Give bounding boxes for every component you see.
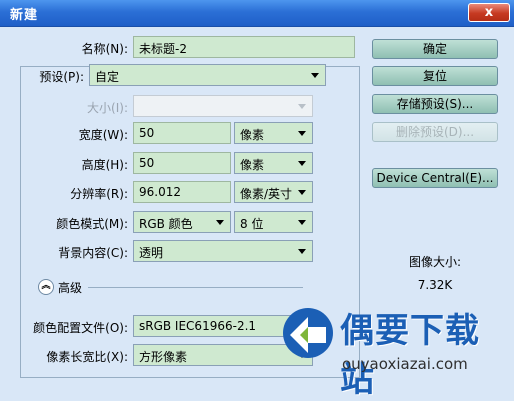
chevron-up-icon: ︽ [41, 281, 51, 291]
size-select[interactable] [133, 95, 313, 117]
watermark-logo-icon [283, 308, 333, 358]
advanced-toggle[interactable]: ︽ [38, 279, 54, 295]
ok-button[interactable]: 确定 [372, 39, 498, 59]
height-input[interactable]: 50 [133, 152, 231, 174]
color-profile-label: 颜色配置文件(O): [33, 321, 128, 335]
background-value: 透明 [139, 246, 164, 260]
height-unit-select[interactable]: 像素 [234, 152, 313, 174]
pixel-aspect-label: 像素长宽比(X): [46, 350, 128, 364]
width-unit-select[interactable]: 像素 [234, 122, 313, 144]
title-bar: 新建 x [0, 0, 514, 27]
watermark-text: 偶要下载站 [340, 311, 480, 400]
width-label: 宽度(W): [78, 128, 128, 142]
width-unit-value: 像素 [240, 128, 265, 142]
chevron-down-icon [298, 131, 306, 136]
preset-value: 自定 [95, 70, 120, 84]
image-size-label: 图像大小: [408, 255, 462, 269]
bit-depth-select[interactable]: 8 位 [234, 211, 313, 233]
resolution-unit-value: 像素/英寸 [240, 187, 293, 201]
bit-depth-value: 8 位 [240, 217, 264, 231]
color-mode-value: RGB 颜色 [139, 217, 193, 231]
chevron-down-icon [216, 220, 224, 225]
preset-select[interactable]: 自定 [89, 64, 326, 86]
save-preset-button[interactable]: 存储预设(S)... [372, 94, 498, 114]
color-mode-label: 颜色模式(M): [56, 217, 128, 231]
window-title: 新建 [10, 8, 39, 23]
chevron-down-icon [311, 73, 319, 78]
close-icon: x [484, 5, 494, 20]
device-central-button[interactable]: Device Central(E)... [372, 168, 498, 188]
image-size-value: 7.32K [417, 278, 453, 292]
height-unit-value: 像素 [240, 158, 265, 172]
advanced-label: 高级 [58, 281, 83, 295]
height-label: 高度(H): [81, 158, 128, 172]
advanced-divider [88, 287, 303, 288]
name-input[interactable]: 未标题-2 [133, 36, 355, 58]
background-select[interactable]: 透明 [133, 240, 313, 262]
pixel-aspect-value: 方形像素 [139, 350, 188, 364]
chevron-down-icon [298, 249, 306, 254]
size-label: 大小(I): [87, 101, 128, 115]
resolution-unit-select[interactable]: 像素/英寸 [234, 181, 313, 203]
resolution-input[interactable]: 96.012 [133, 181, 231, 203]
watermark: 偶要下载站 ouyaoxiazai.com [280, 297, 514, 400]
color-mode-select[interactable]: RGB 颜色 [133, 211, 231, 233]
chevron-down-icon [298, 104, 306, 109]
width-input[interactable]: 50 [133, 122, 231, 144]
watermark-url: ouyaoxiazai.com [342, 355, 468, 373]
preset-label: 预设(P): [39, 70, 84, 84]
chevron-down-icon [298, 190, 306, 195]
chevron-down-icon [298, 220, 306, 225]
delete-preset-button[interactable]: 删除预设(D)... [372, 122, 498, 142]
color-profile-value: sRGB IEC61966-2.1 [139, 319, 257, 333]
reset-button[interactable]: 复位 [372, 66, 498, 86]
close-button[interactable]: x [468, 3, 510, 22]
name-label: 名称(N): [81, 42, 128, 56]
background-label: 背景内容(C): [58, 246, 128, 260]
resolution-label: 分辨率(R): [70, 187, 128, 201]
chevron-down-icon [298, 161, 306, 166]
